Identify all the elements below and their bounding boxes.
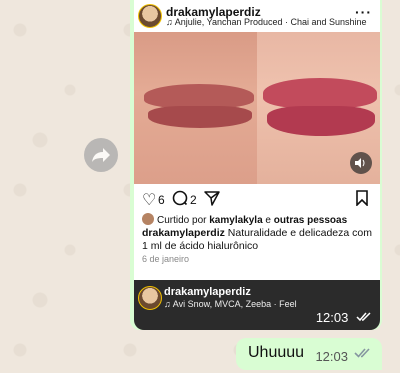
heart-icon[interactable]: ♡ — [142, 190, 156, 210]
music-note-icon: ♫ — [164, 299, 171, 309]
liked-prefix: Curtido por — [157, 215, 207, 226]
share-icon[interactable] — [204, 190, 220, 211]
forward-icon — [92, 148, 110, 162]
post-caption: drakamylaperdiz Naturalidade e delicadez… — [142, 227, 374, 253]
liked-by: Curtido por kamylakyla e outras pessoas — [142, 213, 347, 226]
reel-preview[interactable]: drakamylaperdiz ♫ Avi Snow, MVCA, Zeeba … — [134, 280, 380, 330]
message-time: 12:03 — [316, 310, 372, 325]
volume-icon[interactable] — [350, 152, 372, 174]
comments-count: 2 — [190, 193, 197, 207]
forward-button[interactable] — [84, 138, 118, 172]
comment-icon[interactable] — [172, 190, 188, 211]
lip-upper — [144, 84, 254, 108]
liked-others[interactable]: outras pessoas — [274, 215, 347, 226]
double-check-icon — [354, 348, 370, 358]
post-media[interactable] — [134, 32, 380, 184]
liked-user[interactable]: kamylakyla — [209, 215, 262, 226]
after-photo — [257, 32, 380, 184]
avatar[interactable] — [138, 286, 162, 310]
message-time: 12:03 — [315, 349, 348, 364]
before-photo — [134, 32, 257, 184]
instagram-post-card[interactable]: drakamylaperdiz ♫ Anjulie, Yanchan Produ… — [134, 0, 380, 320]
double-check-icon — [356, 312, 371, 322]
post-date: 6 de janeiro — [142, 254, 190, 264]
lip-lower — [148, 106, 252, 128]
message-text: Uhuuuu — [248, 344, 305, 361]
lip-upper — [263, 78, 377, 108]
reel-username[interactable]: drakamylaperdiz — [164, 286, 251, 298]
avatar — [142, 213, 154, 225]
outgoing-message[interactable]: Uhuuuu 12:03 — [236, 338, 382, 370]
reel-time-text: 12:03 — [315, 310, 349, 325]
lip-lower — [267, 106, 375, 136]
post-header: drakamylaperdiz ♫ Anjulie, Yanchan Produ… — [134, 0, 380, 32]
avatar[interactable] — [138, 4, 162, 28]
music-note-icon: ♫ — [166, 17, 173, 27]
post-actions: ♡ 6 2 — [134, 188, 380, 210]
reel-music-label: Avi Snow, MVCA, Zeeba · Feel — [172, 299, 297, 309]
bookmark-icon[interactable] — [356, 190, 368, 211]
more-icon[interactable]: ··· — [355, 4, 372, 20]
post-music: ♫ Anjulie, Yanchan Produced · Chai and S… — [166, 17, 367, 27]
reel-music: ♫ Avi Snow, MVCA, Zeeba · Feel — [164, 299, 297, 309]
likes-count: 6 — [158, 193, 165, 207]
liked-and: e — [265, 215, 271, 226]
caption-username[interactable]: drakamylaperdiz — [142, 227, 225, 239]
post-music-label: Anjulie, Yanchan Produced · Chai and Sun… — [174, 17, 367, 27]
